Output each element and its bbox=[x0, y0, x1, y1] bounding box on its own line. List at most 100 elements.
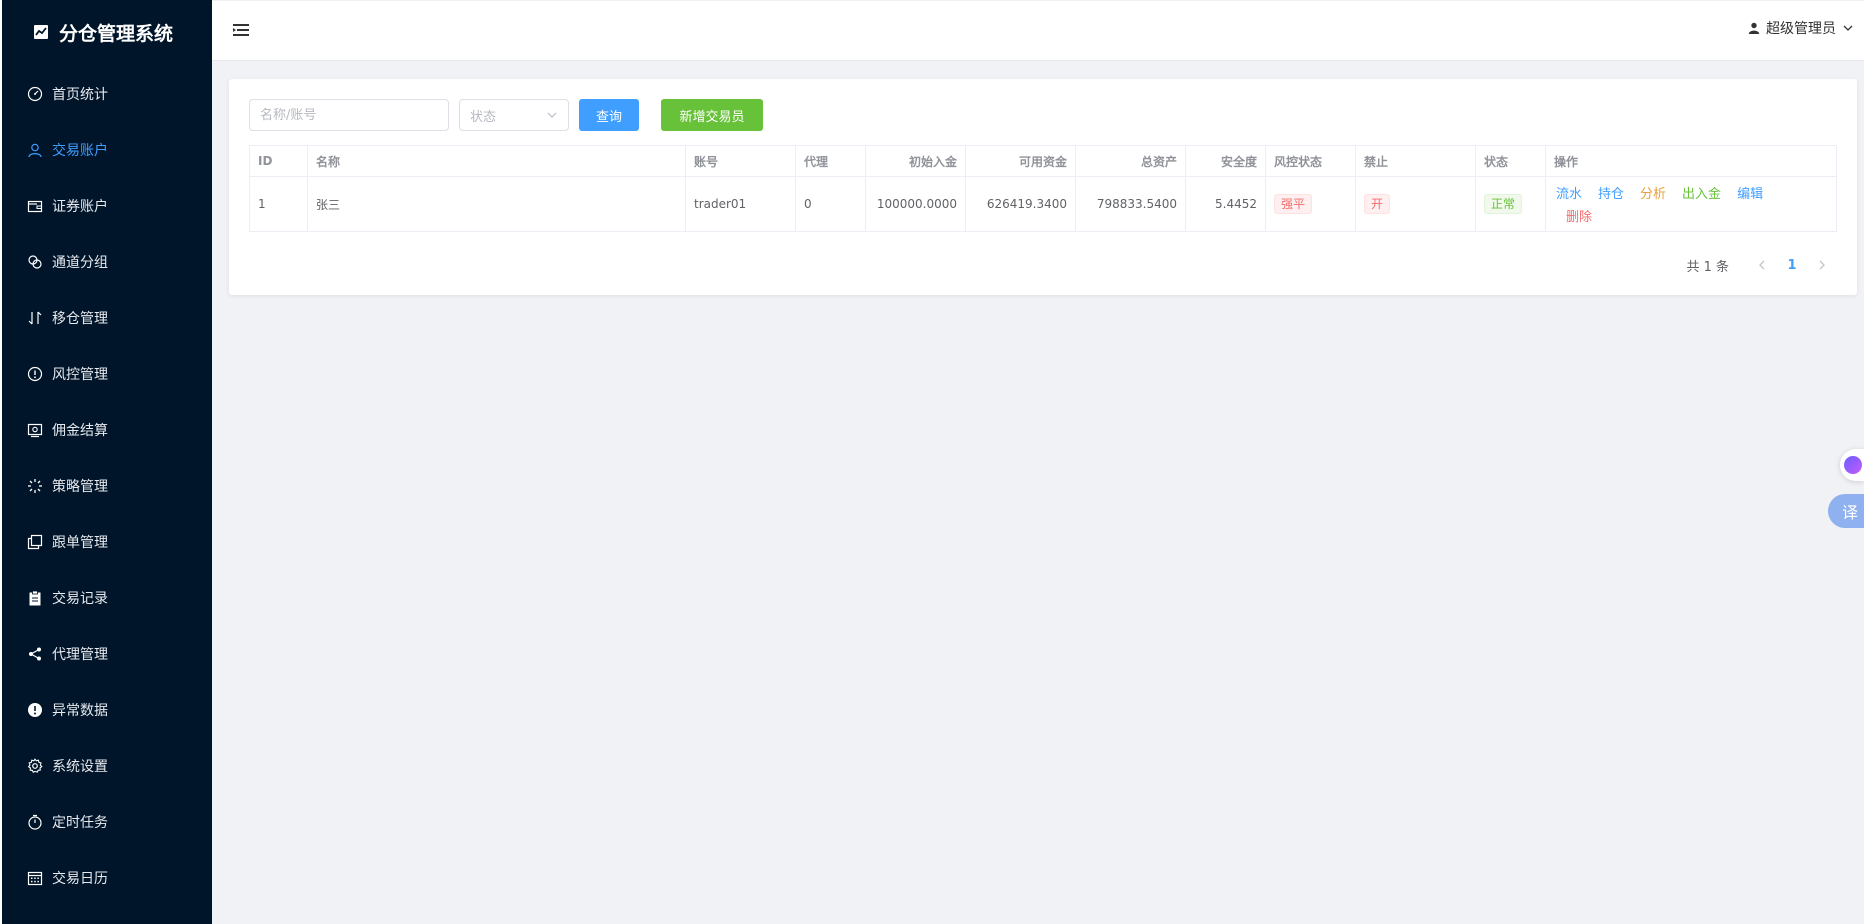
edit-link[interactable]: 编辑 bbox=[1737, 184, 1763, 206]
sidebar-item-copy-trading[interactable]: 跟单管理 bbox=[2, 514, 212, 570]
name-account-search-input[interactable] bbox=[249, 99, 449, 131]
timer-icon bbox=[26, 813, 44, 831]
sidebar-item-system-settings[interactable]: 系统设置 bbox=[2, 738, 212, 794]
sidebar-item-position-transfer[interactable]: 移仓管理 bbox=[2, 290, 212, 346]
col-account: 账号 bbox=[685, 145, 796, 177]
sidebar-item-securities-accounts[interactable]: 证券账户 bbox=[2, 178, 212, 234]
transfer-icon bbox=[26, 309, 44, 327]
sidebar-item-label: 移仓管理 bbox=[52, 311, 108, 327]
position-link[interactable]: 持仓 bbox=[1598, 184, 1624, 206]
link-icon bbox=[26, 253, 44, 271]
cell-account: trader01 bbox=[685, 176, 796, 232]
clipboard-icon bbox=[26, 589, 44, 607]
col-safety: 安全度 bbox=[1185, 145, 1266, 177]
menu-toggle-icon[interactable] bbox=[232, 21, 250, 39]
flow-link[interactable]: 流水 bbox=[1556, 184, 1582, 206]
money-icon bbox=[26, 421, 44, 439]
translate-icon: 译 bbox=[1841, 503, 1858, 522]
sidebar-item-channel-groups[interactable]: 通道分组 bbox=[2, 234, 212, 290]
status-select[interactable]: 状态 bbox=[459, 99, 569, 131]
col-initial-deposit: 初始入金 bbox=[865, 145, 966, 177]
cell-agent: 0 bbox=[795, 176, 866, 232]
sidebar: 分仓管理系统 首页统计 交易账户 证券账户 通道分组 移仓管理 风控管理 佣金结… bbox=[0, 0, 212, 924]
query-button[interactable]: 查询 bbox=[579, 99, 639, 131]
sidebar-item-label: 策略管理 bbox=[52, 479, 108, 495]
col-available-funds: 可用资金 bbox=[965, 145, 1076, 177]
sidebar-item-strategy[interactable]: 策略管理 bbox=[2, 458, 212, 514]
sidebar-item-label: 首页统计 bbox=[52, 87, 108, 103]
dashboard-icon bbox=[26, 85, 44, 103]
share-icon bbox=[26, 645, 44, 663]
user-avatar-icon bbox=[1748, 22, 1760, 34]
cell-name: 张三 bbox=[307, 176, 686, 232]
next-page-icon[interactable] bbox=[1807, 251, 1837, 279]
cell-status: 正常 bbox=[1475, 176, 1546, 232]
alert-icon bbox=[26, 701, 44, 719]
sidebar-item-risk-control[interactable]: 风控管理 bbox=[2, 346, 212, 402]
sidebar-item-scheduled-tasks[interactable]: 定时任务 bbox=[2, 794, 212, 850]
sidebar-item-agents[interactable]: 代理管理 bbox=[2, 626, 212, 682]
cell-total-assets: 798833.5400 bbox=[1075, 176, 1186, 232]
traders-table: ID 名称 账号 代理 初始入金 可用资金 总资产 安全度 风控状态 禁止 状态… bbox=[249, 145, 1837, 232]
sidebar-item-label: 佣金结算 bbox=[52, 423, 108, 439]
table-header-row: ID 名称 账号 代理 初始入金 可用资金 总资产 安全度 风控状态 禁止 状态… bbox=[249, 145, 1837, 177]
add-trader-button[interactable]: 新增交易员 bbox=[661, 99, 763, 131]
user-menu[interactable]: 超级管理员 bbox=[1748, 18, 1854, 38]
sidebar-item-label: 证券账户 bbox=[52, 199, 108, 215]
sidebar-item-label: 跟单管理 bbox=[52, 535, 108, 551]
cell-initial-deposit: 100000.0000 bbox=[865, 176, 966, 232]
cell-ban: 开 bbox=[1355, 176, 1476, 232]
sidebar-item-dashboard[interactable]: 首页统计 bbox=[2, 66, 212, 122]
main-card: 状态 查询 新增交易员 ID 名称 账号 代理 初始入金 可用资金 总资产 安全… bbox=[229, 79, 1857, 295]
deposit-withdraw-link[interactable]: 出入金 bbox=[1682, 184, 1721, 206]
sidebar-item-label: 通道分组 bbox=[52, 255, 108, 271]
sidebar-item-commission[interactable]: 佣金结算 bbox=[2, 402, 212, 458]
sidebar-item-label: 交易日历 bbox=[52, 871, 108, 887]
gear-icon bbox=[26, 757, 44, 775]
col-status: 状态 bbox=[1475, 145, 1546, 177]
sidebar-item-trade-records[interactable]: 交易记录 bbox=[2, 570, 212, 626]
prev-page-icon[interactable] bbox=[1747, 251, 1777, 279]
sidebar-item-label: 异常数据 bbox=[52, 703, 108, 719]
col-operations: 操作 bbox=[1545, 145, 1837, 177]
sidebar-item-label: 定时任务 bbox=[52, 815, 108, 831]
ban-tag[interactable]: 开 bbox=[1364, 194, 1391, 214]
status-select-placeholder: 状态 bbox=[470, 109, 497, 125]
search-toolbar: 状态 查询 新增交易员 bbox=[249, 99, 763, 131]
sidebar-item-label: 代理管理 bbox=[52, 647, 108, 663]
copy-icon bbox=[26, 533, 44, 551]
translate-float-button[interactable]: 译 bbox=[1828, 494, 1864, 528]
chevron-down-icon bbox=[547, 112, 557, 118]
cell-risk-status: 强平 bbox=[1265, 176, 1356, 232]
col-risk-status: 风控状态 bbox=[1265, 145, 1356, 177]
pagination-total: 共 1 条 bbox=[1686, 259, 1729, 275]
wallet-icon bbox=[26, 197, 44, 215]
sidebar-item-trading-accounts[interactable]: 交易账户 bbox=[2, 122, 212, 178]
cell-id: 1 bbox=[249, 176, 308, 232]
sidebar-item-label: 交易账户 bbox=[52, 143, 108, 159]
col-total-assets: 总资产 bbox=[1075, 145, 1186, 177]
assistant-float-button[interactable] bbox=[1840, 449, 1864, 481]
chevron-down-icon bbox=[1843, 25, 1853, 31]
warning-icon bbox=[26, 365, 44, 383]
col-id: ID bbox=[249, 145, 308, 177]
table-row: 1 张三 trader01 0 100000.0000 626419.3400 … bbox=[249, 176, 1837, 232]
brand: 分仓管理系统 bbox=[2, 0, 212, 64]
chart-logo-icon bbox=[33, 24, 49, 40]
assistant-icon bbox=[1844, 456, 1862, 474]
analysis-link[interactable]: 分析 bbox=[1640, 184, 1666, 206]
user-icon bbox=[26, 141, 44, 159]
app-title: 分仓管理系统 bbox=[58, 22, 173, 45]
sidebar-item-trading-calendar[interactable]: 交易日历 bbox=[2, 850, 212, 906]
calendar-icon bbox=[26, 869, 44, 887]
sidebar-item-label: 系统设置 bbox=[52, 759, 108, 775]
pagination: 共 1 条 1 bbox=[1686, 251, 1837, 279]
sidebar-item-abnormal-data[interactable]: 异常数据 bbox=[2, 682, 212, 738]
page-number[interactable]: 1 bbox=[1777, 251, 1807, 279]
col-agent: 代理 bbox=[795, 145, 866, 177]
col-name: 名称 bbox=[307, 145, 686, 177]
cell-operations: 流水 持仓 分析 出入金 编辑 删除 bbox=[1545, 176, 1837, 232]
user-name: 超级管理员 bbox=[1766, 21, 1836, 37]
top-header: 超级管理员 bbox=[212, 0, 1864, 61]
delete-link[interactable]: 删除 bbox=[1566, 207, 1592, 229]
